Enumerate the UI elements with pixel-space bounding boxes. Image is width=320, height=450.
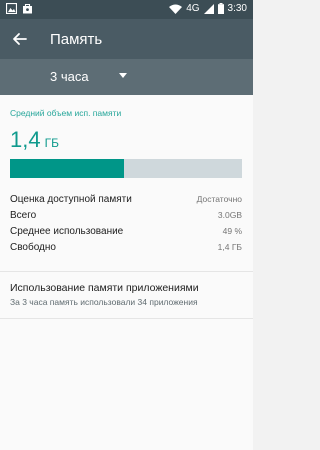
memory-usage-bar-fill <box>10 159 124 178</box>
row-label: Среднее использование <box>10 226 124 237</box>
clock: 3:30 <box>227 3 247 14</box>
content: Средний объем исп. памяти 1,4 ГБ Оценка д… <box>0 95 253 450</box>
caret-down-icon <box>119 73 127 78</box>
signal-icon <box>203 3 214 14</box>
row-free: Свободно 1,4 ГБ <box>10 242 242 256</box>
row-value: 3.0GB <box>217 210 242 220</box>
arrow-back-icon <box>13 33 27 45</box>
wifi-icon <box>169 4 183 14</box>
memory-amount: 1,4 <box>10 127 41 152</box>
section-title: Средний объем исп. памяти <box>10 108 122 118</box>
row-value: 1,4 ГБ <box>217 242 242 252</box>
apps-memory-title: Использование памяти приложениями <box>10 282 199 294</box>
row-label: Всего <box>10 210 37 221</box>
average-memory-value: 1,4 ГБ <box>10 127 59 153</box>
app-bar: Память <box>0 19 253 59</box>
period-label: 3 часа <box>50 69 89 84</box>
period-selector[interactable]: 3 часа <box>0 59 253 95</box>
apps-memory-summary: За 3 часа память использовали 34 приложе… <box>10 297 198 307</box>
page-title: Память <box>50 31 103 48</box>
memory-unit: ГБ <box>44 136 59 150</box>
row-label: Оценка доступной памяти <box>10 194 132 205</box>
row-value: 49 % <box>222 226 242 236</box>
bag-icon <box>23 3 32 14</box>
row-available-estimate: Оценка доступной памяти Достаточно <box>10 194 242 208</box>
apps-memory-usage-item[interactable]: Использование памяти приложениями За 3 ч… <box>0 277 253 317</box>
row-total: Всего 3.0GB <box>10 210 242 224</box>
battery-icon <box>217 3 224 14</box>
gallery-icon <box>6 3 17 14</box>
row-value: Достаточно <box>196 194 242 204</box>
status-bar: 4G 3:30 <box>0 0 253 19</box>
row-label: Свободно <box>10 242 56 253</box>
row-average-usage: Среднее использование 49 % <box>10 226 242 240</box>
divider <box>0 271 253 272</box>
back-button[interactable] <box>10 29 30 49</box>
divider <box>0 318 253 319</box>
memory-usage-bar <box>10 159 242 178</box>
network-type: 4G <box>186 3 200 14</box>
